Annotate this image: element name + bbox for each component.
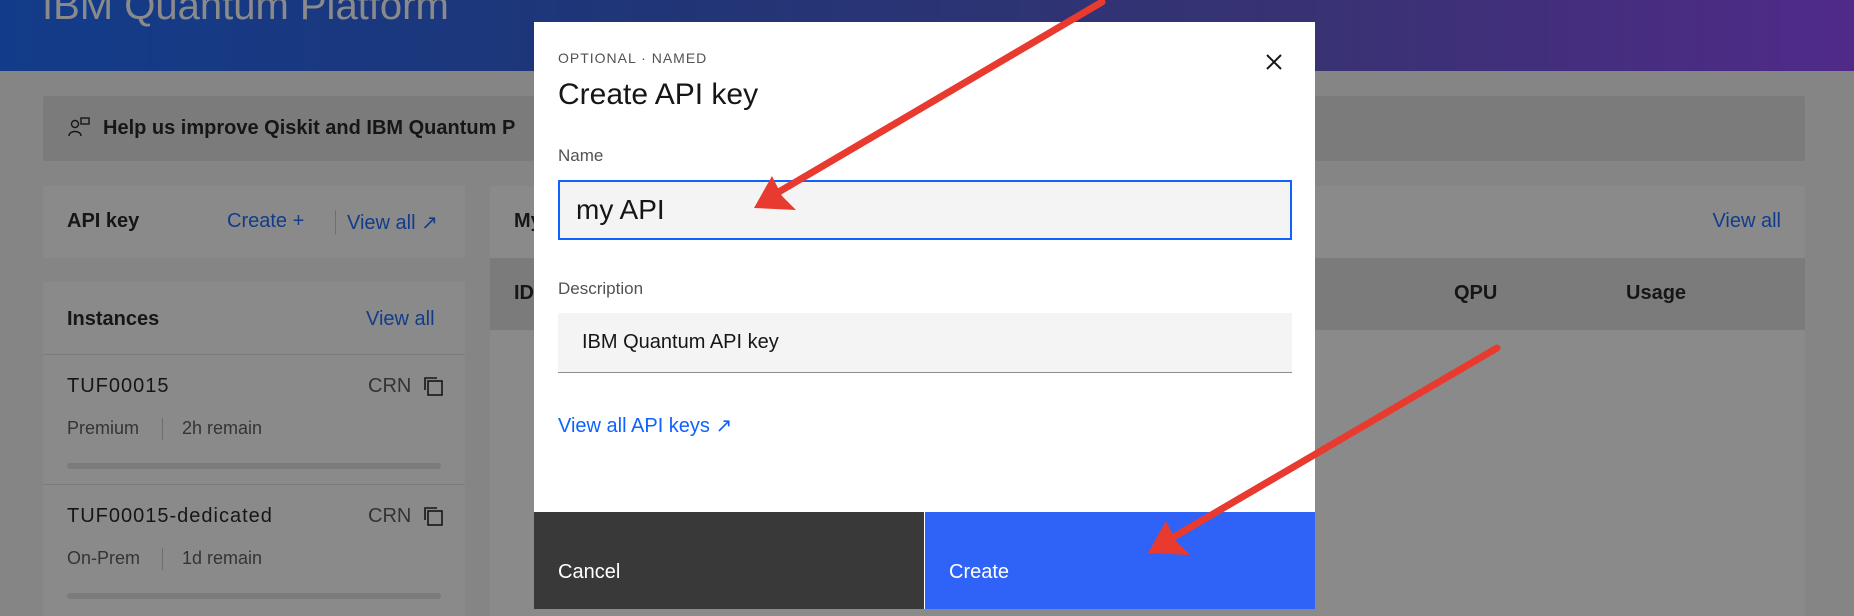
name-field-label: Name <box>558 146 604 165</box>
description-input[interactable] <box>558 313 1292 373</box>
dialog-title: Create API key <box>558 78 759 111</box>
description-field-label: Description <box>558 279 644 298</box>
create-api-key-dialog: OPTIONAL · NAMED Create API key Name Des… <box>534 22 1315 609</box>
dialog-label: OPTIONAL · NAMED <box>558 50 708 66</box>
name-input[interactable] <box>558 180 1292 240</box>
close-icon <box>1266 54 1282 70</box>
cancel-button[interactable]: Cancel <box>534 512 924 609</box>
dialog-footer: Cancel Create <box>534 512 1315 609</box>
close-button[interactable] <box>1258 46 1290 78</box>
create-button[interactable]: Create <box>924 512 1315 609</box>
view-all-api-keys-link[interactable]: View all API keys ↗ <box>558 413 732 438</box>
